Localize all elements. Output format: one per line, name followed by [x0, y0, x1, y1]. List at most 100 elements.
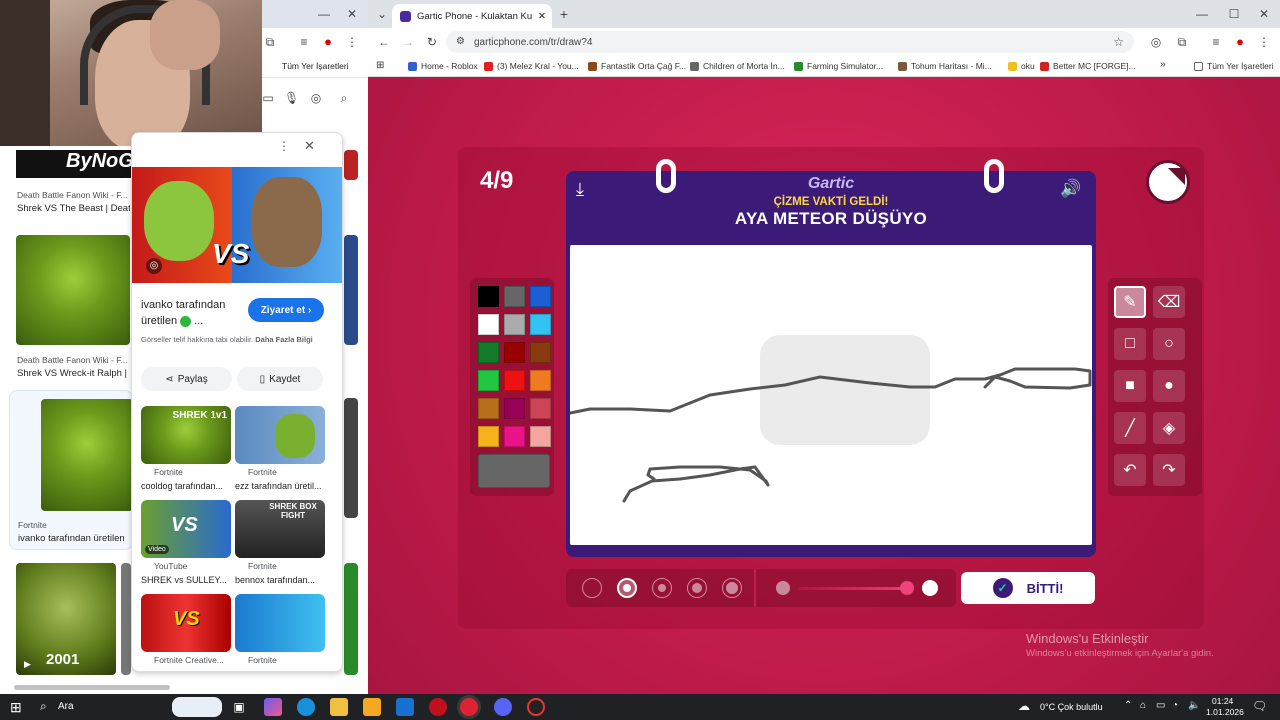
- file-explorer-icon[interactable]: [330, 698, 348, 716]
- bookmark-item[interactable]: Better MC [FORGE]...: [1040, 61, 1136, 71]
- bookmark-star-icon[interactable]: ☆: [1113, 35, 1124, 49]
- brush-size-3[interactable]: [652, 578, 672, 598]
- opera-icon[interactable]: [429, 698, 447, 716]
- reload-icon[interactable]: ↻: [426, 36, 438, 48]
- undo-tool-icon[interactable]: ↶: [1114, 454, 1146, 486]
- forward-icon[interactable]: →: [402, 36, 414, 48]
- selected-result-card[interactable]: Fortnite ivanko tarafından üretilen: [9, 390, 133, 550]
- rect-fill-tool-icon[interactable]: ■: [1114, 370, 1146, 402]
- more-options-icon[interactable]: ⋮: [278, 139, 290, 153]
- related-image-card[interactable]: SHREK BOX FIGHT: [235, 500, 325, 558]
- obs-icon[interactable]: [527, 698, 545, 716]
- profile-icon[interactable]: ●: [322, 35, 334, 48]
- more-info-link[interactable]: Daha Fazla Bilgi: [255, 335, 313, 344]
- color-swatch[interactable]: [530, 426, 551, 447]
- result-thumbnail[interactable]: [121, 563, 131, 675]
- result-thumbnail-edge[interactable]: [344, 563, 358, 675]
- store-icon[interactable]: [363, 698, 381, 716]
- related-image-card[interactable]: VS: [141, 594, 231, 652]
- related-image-card[interactable]: VS Video: [141, 500, 231, 558]
- clock-time[interactable]: 01:24: [1212, 696, 1233, 706]
- related-image-card[interactable]: SHREK 1v1: [141, 406, 231, 464]
- rect-outline-tool-icon[interactable]: □: [1114, 328, 1146, 360]
- color-swatch[interactable]: [504, 342, 525, 363]
- all-bookmarks-link[interactable]: Tüm Yer İşaretleri: [282, 61, 349, 71]
- color-swatch[interactable]: [478, 426, 499, 447]
- related-image-card[interactable]: [235, 594, 325, 652]
- kebab-icon[interactable]: ⋮: [346, 36, 358, 48]
- bookmark-item[interactable]: Tohum Haritası - Mi...: [898, 61, 992, 71]
- minimize-icon[interactable]: —: [1196, 8, 1208, 20]
- mic-icon[interactable]: 🎙: [284, 92, 299, 104]
- extensions-icon[interactable]: ⧉: [264, 36, 276, 48]
- wifi-icon[interactable]: ◔: [1172, 700, 1178, 711]
- close-tab-icon[interactable]: ✕: [538, 11, 546, 22]
- copilot-icon[interactable]: [264, 698, 282, 716]
- circle-fill-tool-icon[interactable]: ●: [1153, 370, 1185, 402]
- kebab-icon[interactable]: ⋮: [1258, 36, 1270, 48]
- color-swatch[interactable]: [530, 398, 551, 419]
- reading-list-icon[interactable]: ≡: [1210, 36, 1222, 48]
- opacity-slider-handle[interactable]: [900, 581, 914, 595]
- bookmark-item[interactable]: (3) Melez Kral - You...: [484, 61, 579, 71]
- tab-search-icon[interactable]: ⌄: [376, 8, 388, 20]
- bookmark-item[interactable]: Children of Morta İn...: [690, 61, 785, 71]
- start-icon[interactable]: ⊞: [10, 699, 22, 716]
- result-thumbnail-edge[interactable]: [344, 150, 358, 180]
- brush-size-2[interactable]: [617, 578, 637, 598]
- color-swatch[interactable]: [504, 426, 525, 447]
- search-icon[interactable]: ⌕: [338, 92, 350, 104]
- address-bar[interactable]: ⚙ garticphone.com/tr/draw?4 ☆: [446, 31, 1134, 53]
- result-thumbnail[interactable]: 2001 ▶: [16, 563, 116, 675]
- color-swatch[interactable]: [530, 370, 551, 391]
- network-icon[interactable]: ⌂: [1140, 700, 1146, 711]
- minimize-icon[interactable]: —: [318, 8, 330, 20]
- pencil-tool-icon[interactable]: ✎: [1114, 286, 1146, 318]
- active-tab[interactable]: Gartic Phone - Kulaktan Kulağa ✕: [392, 4, 552, 28]
- menu-icon[interactable]: ≡: [298, 36, 310, 48]
- close-panel-icon[interactable]: ✕: [304, 138, 315, 154]
- eraser-tool-icon[interactable]: ⌫: [1153, 286, 1185, 318]
- maximize-icon[interactable]: ☐: [1228, 8, 1240, 20]
- color-swatch[interactable]: [504, 286, 525, 307]
- result-thumbnail-edge[interactable]: [344, 398, 358, 518]
- task-view-icon[interactable]: ▣: [230, 698, 248, 716]
- brush-size-5[interactable]: [722, 578, 742, 598]
- notification-icon[interactable]: 🗨: [1252, 699, 1267, 713]
- more-bookmarks-icon[interactable]: »: [1160, 59, 1166, 70]
- circle-outline-tool-icon[interactable]: ○: [1153, 328, 1185, 360]
- bookmark-item[interactable]: Home - Roblox: [408, 61, 478, 71]
- color-swatch[interactable]: [478, 286, 499, 307]
- mail-icon[interactable]: [396, 698, 414, 716]
- volume-icon[interactable]: 🔈: [1188, 700, 1200, 711]
- tray-chevron-icon[interactable]: ⌃: [1124, 700, 1132, 711]
- result-title[interactable]: Shrek VS The Beast | Deat: [17, 203, 130, 214]
- edge-icon[interactable]: [297, 698, 315, 716]
- color-swatch[interactable]: [478, 314, 499, 335]
- share-button[interactable]: ⋖ Paylaş: [141, 367, 232, 391]
- color-swatch[interactable]: [478, 398, 499, 419]
- brush-size-1[interactable]: [582, 578, 602, 598]
- fill-bucket-tool-icon[interactable]: ◈: [1153, 412, 1185, 444]
- new-tab-icon[interactable]: +: [558, 7, 570, 21]
- color-swatch[interactable]: [478, 370, 499, 391]
- save-button[interactable]: ▯ Kaydet: [237, 367, 323, 391]
- bookmark-item[interactable]: Farming Simulator...: [794, 61, 883, 71]
- brush-size-4[interactable]: [687, 578, 707, 598]
- result-title[interactable]: Shrek VS Wreck-it Ralph |: [17, 368, 130, 379]
- result-thumbnail[interactable]: [16, 235, 130, 345]
- color-swatch[interactable]: [478, 342, 499, 363]
- redo-tool-icon[interactable]: ↷: [1153, 454, 1185, 486]
- line-tool-icon[interactable]: ╱: [1114, 412, 1146, 444]
- search-icon[interactable]: ⌕: [40, 699, 47, 714]
- lens-icon[interactable]: ◎: [1150, 36, 1162, 48]
- color-swatch[interactable]: [504, 314, 525, 335]
- horizontal-scrollbar[interactable]: [14, 685, 170, 690]
- opacity-slider-track[interactable]: [798, 587, 908, 590]
- close-window-icon[interactable]: ✕: [1258, 8, 1270, 20]
- color-swatch[interactable]: [504, 398, 525, 419]
- back-icon[interactable]: ←: [378, 36, 390, 48]
- related-image-card[interactable]: [235, 406, 325, 464]
- taskbar-search-label[interactable]: Ara: [58, 701, 74, 712]
- card-title[interactable]: bennox tarafından...: [235, 575, 327, 585]
